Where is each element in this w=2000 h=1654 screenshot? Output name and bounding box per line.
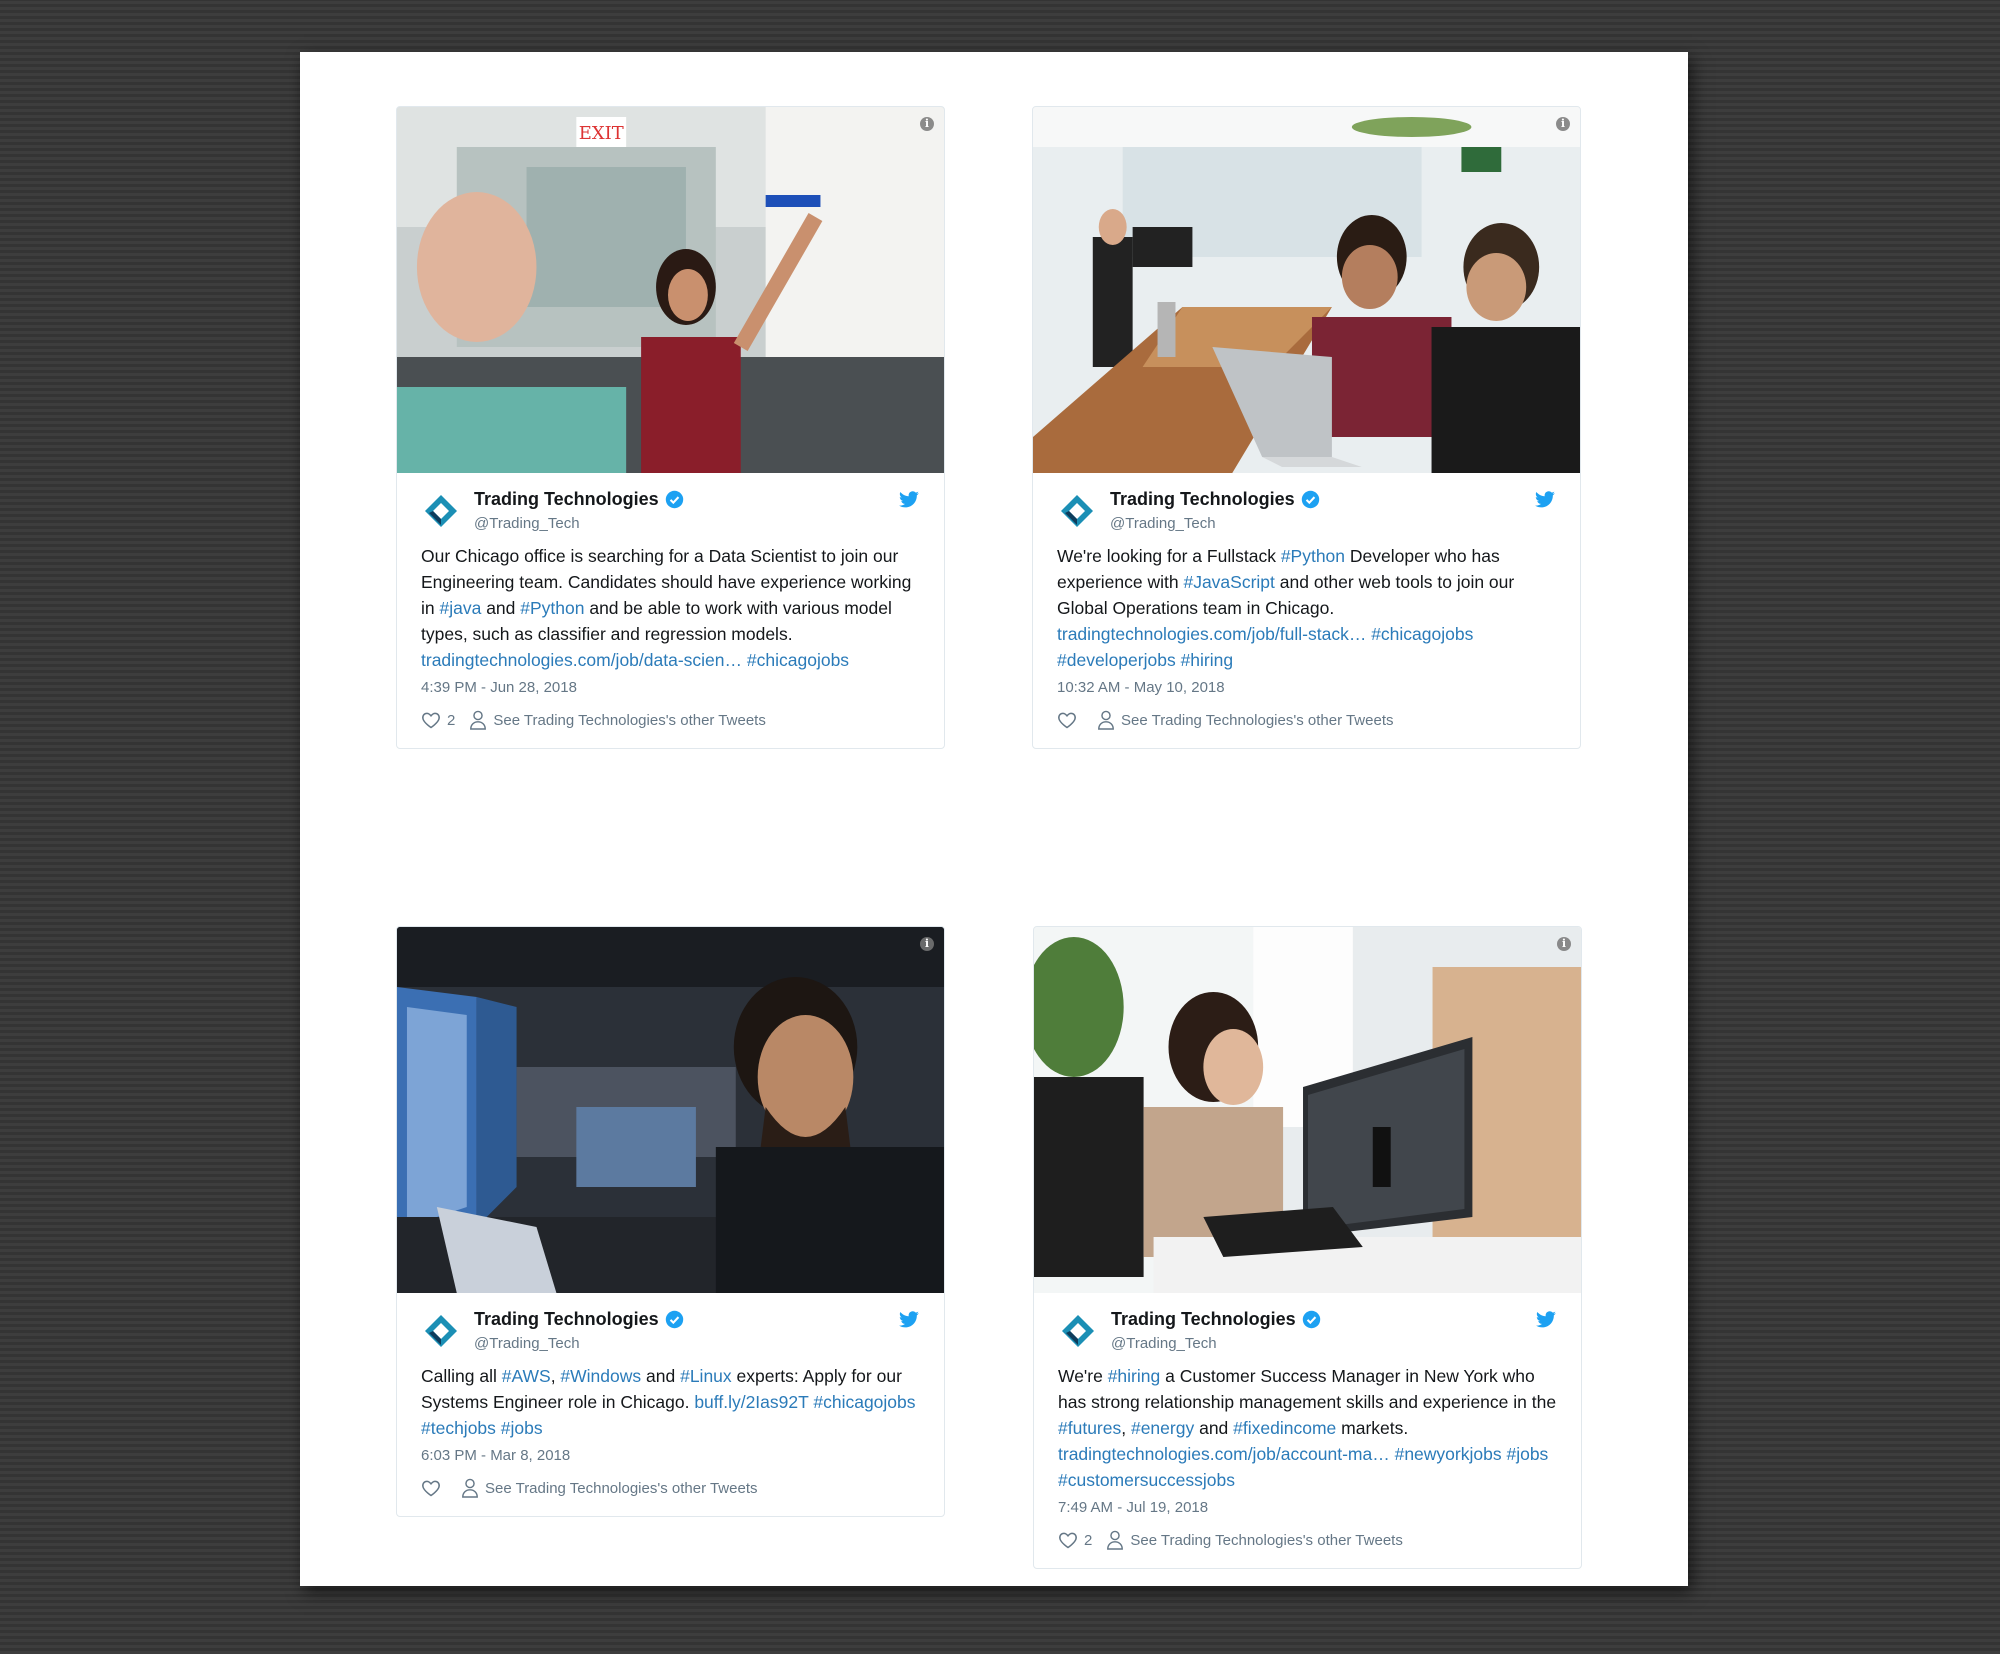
tweet-text: Calling all #AWS, #Windows and #Linux ex… [421,1363,920,1441]
like-heart-icon[interactable] [1057,710,1077,730]
tweet-card[interactable]: EXIT i Trading Technologies @Trading_Tec… [396,106,945,749]
account-handle[interactable]: @Trading_Tech [1111,1335,1217,1352]
like-count: 2 [447,711,456,729]
account-name[interactable]: Trading Technologies [1111,1309,1321,1330]
hashtag-link[interactable]: #fixedincome [1233,1418,1336,1438]
tweet-photo[interactable]: i [397,927,944,1293]
hashtag-link[interactable]: #java [439,598,481,618]
tweet-card[interactable]: i Trading Technologies @Trading_Tech [1032,106,1581,749]
tweet-text-segment: and [481,598,521,618]
hashtag-link[interactable]: #customersuccessjobs [1058,1470,1235,1490]
person-icon [1107,1530,1124,1550]
account-name-text[interactable]: Trading Technologies [1111,1309,1296,1330]
photo-monitors-scene [397,927,944,1293]
tweet-text: We're looking for a Fullstack #Python De… [1057,543,1556,673]
hashtag-link[interactable]: #futures [1058,1418,1121,1438]
tweet-text: Our Chicago office is searching for a Da… [421,543,920,673]
verified-badge-icon [665,1310,683,1329]
url-link[interactable]: tradingtechnologies.com/job/data-scien… [421,650,742,670]
verified-badge-icon [1301,490,1319,509]
info-icon[interactable]: i [1556,117,1570,131]
page-sheet: EXIT i Trading Technologies @Trading_Tec… [300,52,1688,1586]
like-heart-icon[interactable] [421,1478,441,1498]
tweet-card[interactable]: i Trading Technologies @Trading_Tech [396,926,945,1517]
hashtag-link[interactable]: #Python [520,598,584,618]
person-icon [462,1478,478,1498]
tt-logo-avatar[interactable] [1057,491,1097,531]
see-other-tweets-link[interactable]: See Trading Technologies's other Tweets [493,712,765,729]
account-name-text[interactable]: Trading Technologies [474,1309,659,1330]
photo-laptop-scene [1033,107,1580,473]
tweet-text-segment: , [1121,1418,1131,1438]
tweet-text-segment: and [641,1366,681,1386]
person-icon [470,710,487,730]
info-icon[interactable]: i [920,937,934,951]
hashtag-link[interactable]: #newyorkjobs [1395,1444,1502,1464]
hashtag-link[interactable]: #jobs [1506,1444,1548,1464]
hashtag-link[interactable]: #developerjobs [1057,650,1176,670]
tweet-timestamp[interactable]: 10:32 AM - May 10, 2018 [1057,679,1556,696]
twitter-bird-icon[interactable] [1535,1311,1557,1329]
hashtag-link[interactable]: #hiring [1108,1366,1161,1386]
tweet-text-segment: , [550,1366,561,1386]
account-name[interactable]: Trading Technologies [1110,489,1320,510]
photo-desk-scene [1034,927,1581,1293]
hashtag-link[interactable]: #chicagojobs [747,650,849,670]
account-name-text[interactable]: Trading Technologies [1110,489,1295,510]
see-other-tweets-link[interactable]: See Trading Technologies's other Tweets [485,1480,757,1497]
hashtag-link[interactable]: #JavaScript [1183,572,1274,592]
hashtag-link[interactable]: #techjobs [421,1418,496,1438]
tweet-photo[interactable]: EXIT i [397,107,944,473]
person-icon [1098,710,1114,730]
account-handle[interactable]: @Trading_Tech [474,1335,580,1352]
like-heart-icon[interactable] [421,710,441,730]
like-count: 2 [1084,1531,1093,1549]
account-handle[interactable]: @Trading_Tech [1110,515,1216,532]
tt-logo-avatar[interactable] [1058,1311,1098,1351]
hashtag-link[interactable]: #chicagojobs [1371,624,1473,644]
info-icon[interactable]: i [1557,937,1571,951]
tweet-text-segment: and [1194,1418,1234,1438]
url-link[interactable]: tradingtechnologies.com/job/account-ma… [1058,1444,1390,1464]
tweet-text-segment: We're [1058,1366,1108,1386]
twitter-bird-icon[interactable] [898,491,920,509]
hashtag-link[interactable]: #Linux [680,1366,732,1386]
tweet-photo[interactable]: i [1034,927,1581,1293]
tweet-text-segment: markets. [1336,1418,1409,1438]
tweet-text-segment: We're looking for a Fullstack [1057,546,1281,566]
tweet-photo[interactable]: i [1033,107,1580,473]
tweet-card[interactable]: i Trading Technologies @Trading_Tech [1033,926,1582,1569]
twitter-bird-icon[interactable] [898,1311,920,1329]
url-link[interactable]: buff.ly/2Ias92T [694,1392,808,1412]
account-name-text[interactable]: Trading Technologies [474,489,659,510]
hashtag-link[interactable]: #hiring [1181,650,1234,670]
tweet-text: We're #hiring a Customer Success Manager… [1058,1363,1557,1493]
like-heart-icon[interactable] [1058,1530,1078,1550]
hashtag-link[interactable]: #Windows [560,1366,641,1386]
tweet-timestamp[interactable]: 7:49 AM - Jul 19, 2018 [1058,1499,1557,1516]
tweet-timestamp[interactable]: 6:03 PM - Mar 8, 2018 [421,1447,920,1464]
account-handle[interactable]: @Trading_Tech [474,515,580,532]
see-other-tweets-link[interactable]: See Trading Technologies's other Tweets [1121,712,1393,729]
account-name[interactable]: Trading Technologies [474,1309,684,1330]
verified-badge-icon [1302,1310,1320,1329]
see-other-tweets-link[interactable]: See Trading Technologies's other Tweets [1130,1532,1402,1549]
verified-badge-icon [665,490,683,509]
tweet-timestamp[interactable]: 4:39 PM - Jun 28, 2018 [421,679,920,696]
svg-text:EXIT: EXIT [579,123,624,144]
url-link[interactable]: tradingtechnologies.com/job/full-stack… [1057,624,1366,644]
tweet-text-segment: Calling all [421,1366,502,1386]
hashtag-link[interactable]: #Python [1281,546,1345,566]
tt-logo-avatar[interactable] [421,491,461,531]
tt-logo-avatar[interactable] [421,1311,461,1351]
info-icon[interactable]: i [920,117,934,131]
account-name[interactable]: Trading Technologies [474,489,684,510]
hashtag-link[interactable]: #chicagojobs [813,1392,915,1412]
hashtag-link[interactable]: #AWS [502,1366,551,1386]
photo-whiteboard-scene: EXIT [397,107,944,473]
twitter-bird-icon[interactable] [1534,491,1556,509]
hashtag-link[interactable]: #energy [1131,1418,1194,1438]
hashtag-link[interactable]: #jobs [501,1418,543,1438]
